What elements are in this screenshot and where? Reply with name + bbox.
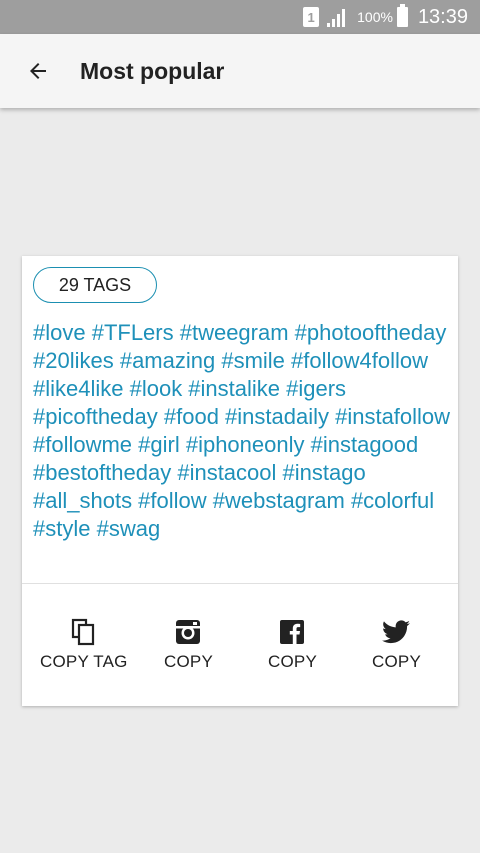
hashtag-list[interactable]: #love #TFLers #tweegram #photooftheday #…: [33, 319, 453, 543]
copy-tag-label: COPY TAG: [40, 652, 128, 671]
copy-facebook-button[interactable]: COPY: [268, 618, 317, 672]
signal-strength-icon: [327, 7, 347, 27]
arrow-back-icon[interactable]: [26, 59, 50, 83]
copy-icon: [70, 618, 98, 646]
twitter-icon: [382, 618, 411, 646]
instagram-icon: [174, 618, 202, 646]
copy-facebook-label: COPY: [268, 652, 317, 671]
battery-icon: [396, 4, 408, 27]
page-title: Most popular: [80, 57, 225, 84]
status-bar: 1 100% 13:39: [0, 0, 480, 34]
app-bar: Most popular: [0, 34, 480, 108]
battery-percentage: 100%: [357, 9, 393, 25]
copy-twitter-button[interactable]: COPY: [372, 618, 421, 672]
card-divider: [22, 583, 458, 584]
tag-count-badge: 29 TAGS: [33, 267, 157, 303]
sim-card-icon: 1: [303, 7, 320, 27]
copy-tag-button[interactable]: COPY TAG: [40, 618, 128, 672]
copy-instagram-label: COPY: [164, 652, 213, 671]
copy-twitter-label: COPY: [372, 652, 421, 671]
copy-instagram-button[interactable]: COPY: [164, 618, 213, 672]
card-actions: COPY TAG COPY COPY COPY: [22, 618, 458, 678]
status-time: 13:39: [417, 5, 468, 28]
tag-set-card: 29 TAGS #love #TFLers #tweegram #photoof…: [22, 256, 458, 706]
facebook-icon: [278, 618, 306, 646]
